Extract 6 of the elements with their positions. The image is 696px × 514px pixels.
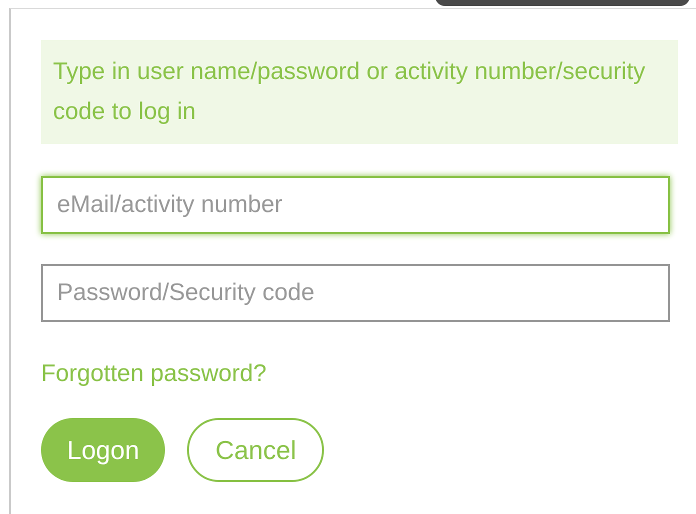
input-field[interactable]: eMail/activity number xyxy=(41,176,670,234)
logon-button[interactable]: Logon xyxy=(41,418,166,482)
instruction-notice: Type in user name/password or activity number/security code to log in xyxy=(41,40,678,144)
cancel-button[interactable]: Cancel xyxy=(187,418,324,482)
input-field[interactable]: Password/Security code xyxy=(41,264,670,322)
forgot-password-link[interactable]: Forgotten password? xyxy=(41,360,266,388)
